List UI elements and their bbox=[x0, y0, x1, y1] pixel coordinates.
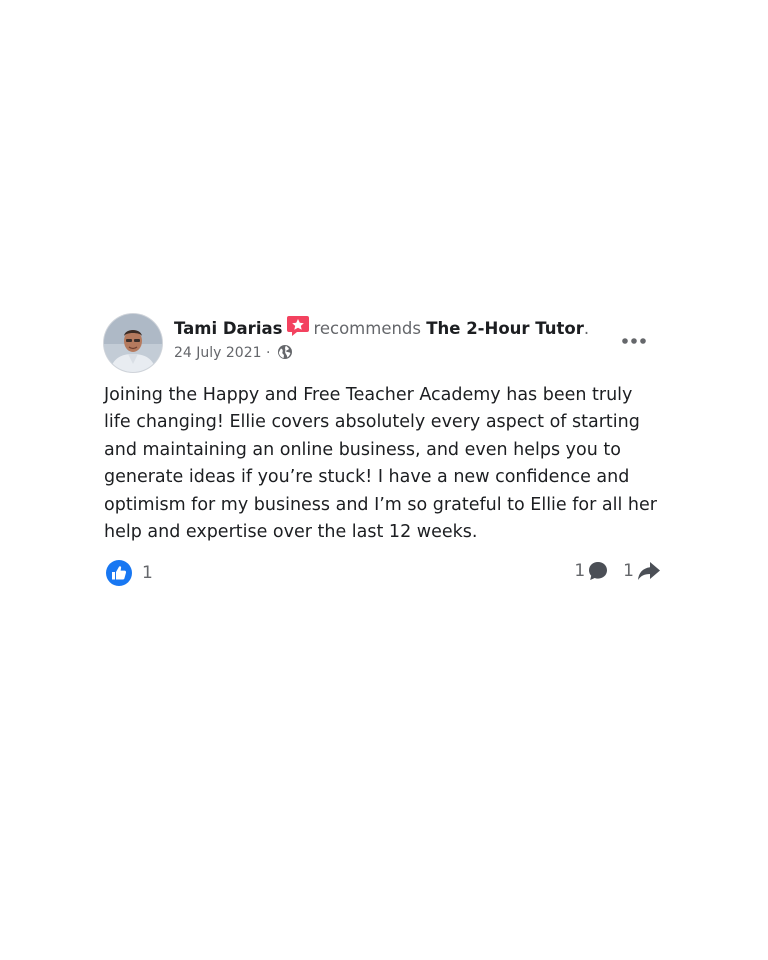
post-header: Tami Darias recommends The 2-Hour Tutor. bbox=[174, 315, 589, 343]
engagement-counts: 1 1 bbox=[574, 560, 662, 582]
author-name[interactable]: Tami Darias bbox=[174, 319, 282, 338]
recommend-star-icon bbox=[286, 315, 310, 343]
comment-count: 1 bbox=[574, 561, 586, 581]
reactions-summary[interactable]: 1 bbox=[106, 560, 153, 586]
avatar-image bbox=[104, 314, 162, 372]
post-body-text: Joining the Happy and Free Teacher Acade… bbox=[104, 385, 657, 543]
comment-count-link[interactable]: 1 bbox=[574, 560, 609, 582]
review-post-card: Tami Darias recommends The 2-Hour Tutor.… bbox=[94, 296, 674, 596]
post-meta: 24 July 2021 · bbox=[174, 344, 293, 365]
recommends-text: recommends bbox=[313, 319, 422, 338]
more-options-icon bbox=[622, 338, 646, 344]
like-thumb-icon bbox=[106, 560, 132, 586]
page-name-link[interactable]: The 2-Hour Tutor bbox=[426, 319, 584, 338]
author-avatar[interactable] bbox=[104, 314, 162, 372]
globe-icon[interactable] bbox=[277, 344, 293, 365]
share-count-link[interactable]: 1 bbox=[623, 560, 662, 582]
date-separator: · bbox=[265, 345, 271, 361]
comment-bubble-icon bbox=[589, 562, 608, 580]
more-options-button[interactable] bbox=[620, 332, 650, 344]
post-date[interactable]: 24 July 2021 bbox=[174, 345, 262, 361]
header-period: . bbox=[583, 319, 590, 338]
share-count: 1 bbox=[623, 561, 634, 581]
reaction-count: 1 bbox=[142, 563, 153, 583]
share-arrow-icon bbox=[638, 562, 660, 580]
